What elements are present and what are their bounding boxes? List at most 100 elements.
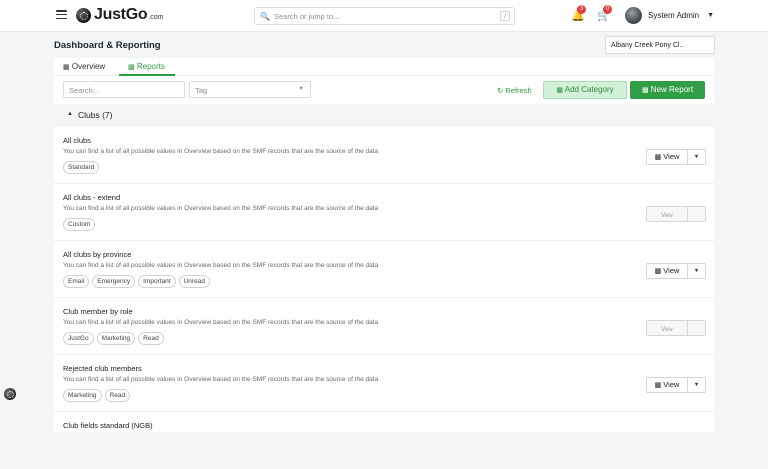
report-description: You can find a list of all possible valu… bbox=[63, 205, 379, 212]
refresh-button[interactable]: ↻ Refresh bbox=[497, 86, 532, 95]
top-navigation-bar: JustGo .com 🔍 Search or jump to... / 🔔 3… bbox=[0, 0, 768, 32]
view-button[interactable]: ▩ View bbox=[647, 264, 688, 278]
report-name[interactable]: All clubs by province bbox=[63, 250, 131, 259]
search-shortcut-hint: / bbox=[500, 11, 510, 21]
view-button-group: Viev bbox=[646, 206, 706, 222]
tag-chip: JustGo bbox=[63, 332, 94, 345]
view-button-group: ▩ View ▼ bbox=[646, 149, 706, 165]
club-selector[interactable]: Albany Creek Pony Cl.. bbox=[605, 36, 715, 54]
refresh-label: Refresh bbox=[505, 86, 532, 95]
view-button[interactable]: ▩ View bbox=[647, 150, 688, 164]
chevron-down-icon: ▼ bbox=[693, 382, 700, 388]
chevron-down-icon: ▼ bbox=[693, 268, 700, 274]
search-icon: 🔍 bbox=[260, 11, 270, 21]
notifications-badge: 3 bbox=[577, 5, 586, 14]
global-search-input[interactable]: 🔍 Search or jump to... / bbox=[254, 7, 515, 25]
tag-select-placeholder: Tag bbox=[195, 86, 208, 95]
tag-chip: Important bbox=[138, 275, 176, 288]
group-header-clubs[interactable]: ▲ Clubs (7) bbox=[54, 104, 714, 127]
new-report-icon: ▩ bbox=[641, 87, 649, 94]
report-row: Club member by role You can find a list … bbox=[54, 298, 714, 355]
menu-icon[interactable] bbox=[56, 10, 67, 20]
view-button-group: Viev bbox=[646, 320, 706, 336]
tag-chip: Custom bbox=[63, 218, 96, 231]
add-category-label: Add Category bbox=[564, 85, 614, 94]
active-tab-indicator bbox=[119, 74, 175, 76]
tag-chip: Marketing bbox=[96, 332, 136, 345]
view-options-dropdown[interactable]: ▼ bbox=[688, 150, 705, 164]
tag-chip: Standard bbox=[63, 161, 100, 174]
view-button-label: Viev bbox=[661, 213, 673, 219]
report-row: All clubs - extend You can find a list o… bbox=[54, 184, 714, 241]
category-icon: ▦ bbox=[556, 87, 563, 94]
report-row: Club fields standard (NGB) bbox=[54, 412, 714, 469]
tag-chip: Emergency bbox=[92, 275, 136, 288]
view-button-group: ▩ View ▼ bbox=[646, 377, 706, 393]
report-name[interactable]: Club fields standard (NGB) bbox=[63, 421, 153, 430]
view-button[interactable]: Viev bbox=[647, 321, 688, 335]
report-tags: Marketing Read bbox=[63, 389, 131, 402]
cart-badge: 0 bbox=[603, 5, 612, 14]
new-report-label: New Report bbox=[650, 85, 694, 94]
view-button-label: View bbox=[663, 152, 680, 161]
tab-reports-label: Reports bbox=[136, 62, 165, 71]
tag-chip: Unread bbox=[178, 275, 210, 288]
report-description: You can find a list of all possible valu… bbox=[63, 148, 379, 155]
report-search-input[interactable]: Search... bbox=[63, 81, 185, 98]
app-logo[interactable]: JustGo .com bbox=[76, 6, 164, 24]
tab-reports[interactable]: ▩ Reports bbox=[128, 62, 165, 71]
page-title: Dashboard & Reporting bbox=[54, 40, 161, 51]
view-button[interactable]: Viev bbox=[647, 207, 688, 221]
user-name: System Admin bbox=[648, 11, 700, 20]
view-options-dropdown[interactable]: ▼ bbox=[688, 264, 705, 278]
view-button-label: View bbox=[663, 266, 680, 275]
chevron-down-icon: ▼ bbox=[693, 154, 700, 160]
report-row: Rejected club members You can find a lis… bbox=[54, 355, 714, 412]
logo-text: JustGo bbox=[94, 6, 148, 23]
tag-chip: Read bbox=[104, 389, 131, 402]
chevron-up-icon: ▲ bbox=[67, 111, 73, 117]
report-name[interactable]: Club member by role bbox=[63, 307, 133, 316]
tag-chip: Marketing bbox=[63, 389, 102, 402]
report-tags: Standard bbox=[63, 161, 100, 174]
tab-overview-label: Overview bbox=[71, 62, 106, 71]
tag-chip: Email bbox=[63, 275, 90, 288]
user-menu[interactable]: System Admin ▼ bbox=[625, 7, 714, 24]
report-row: All clubs You can find a list of all pos… bbox=[54, 127, 714, 184]
view-button[interactable]: ▩ View bbox=[647, 378, 688, 392]
floating-logo-icon[interactable] bbox=[4, 388, 16, 400]
report-name[interactable]: All clubs - extend bbox=[63, 193, 120, 202]
view-button-label: View bbox=[663, 380, 680, 389]
view-button-label: Viev bbox=[661, 327, 673, 333]
view-options-dropdown[interactable] bbox=[688, 321, 705, 335]
report-description: You can find a list of all possible valu… bbox=[63, 319, 379, 326]
tag-chip: Read bbox=[138, 332, 164, 345]
tag-select[interactable]: Tag ▼ bbox=[189, 81, 311, 98]
chevron-down-icon: ▼ bbox=[298, 86, 304, 92]
add-category-button[interactable]: ▦ Add Category bbox=[543, 81, 627, 99]
avatar bbox=[625, 7, 642, 24]
report-tags: Custom bbox=[63, 218, 96, 231]
chevron-down-icon: ▼ bbox=[707, 12, 715, 19]
document-icon: ▩ bbox=[654, 154, 662, 161]
tab-overview[interactable]: ▦ Overview bbox=[63, 62, 105, 71]
report-row: All clubs by province You can find a lis… bbox=[54, 241, 714, 298]
report-description: You can find a list of all possible valu… bbox=[63, 262, 379, 269]
report-search-placeholder: Search... bbox=[69, 86, 100, 95]
view-options-dropdown[interactable]: ▼ bbox=[688, 378, 705, 392]
report-name[interactable]: Rejected club members bbox=[63, 364, 142, 373]
view-button-group: ▩ View ▼ bbox=[646, 263, 706, 279]
report-description: You can find a list of all possible valu… bbox=[63, 376, 379, 383]
report-tags: JustGo Marketing Read bbox=[63, 332, 164, 345]
notifications-button[interactable]: 🔔 3 bbox=[571, 5, 586, 22]
report-name[interactable]: All clubs bbox=[63, 136, 91, 145]
view-options-dropdown[interactable] bbox=[688, 207, 705, 221]
tab-bar: ▦ Overview ▩ Reports bbox=[54, 58, 714, 76]
group-title: Clubs (7) bbox=[78, 110, 113, 120]
reports-panel: ▦ Overview ▩ Reports Search... Tag ▼ ↻ R… bbox=[54, 58, 714, 432]
new-report-button[interactable]: ▩ New Report bbox=[630, 81, 705, 99]
cart-button[interactable]: 🛒 0 bbox=[597, 5, 612, 22]
logo-suffix: .com bbox=[148, 14, 164, 21]
report-tags: Email Emergency Important Unread bbox=[63, 275, 210, 288]
refresh-icon: ↻ bbox=[497, 86, 504, 95]
